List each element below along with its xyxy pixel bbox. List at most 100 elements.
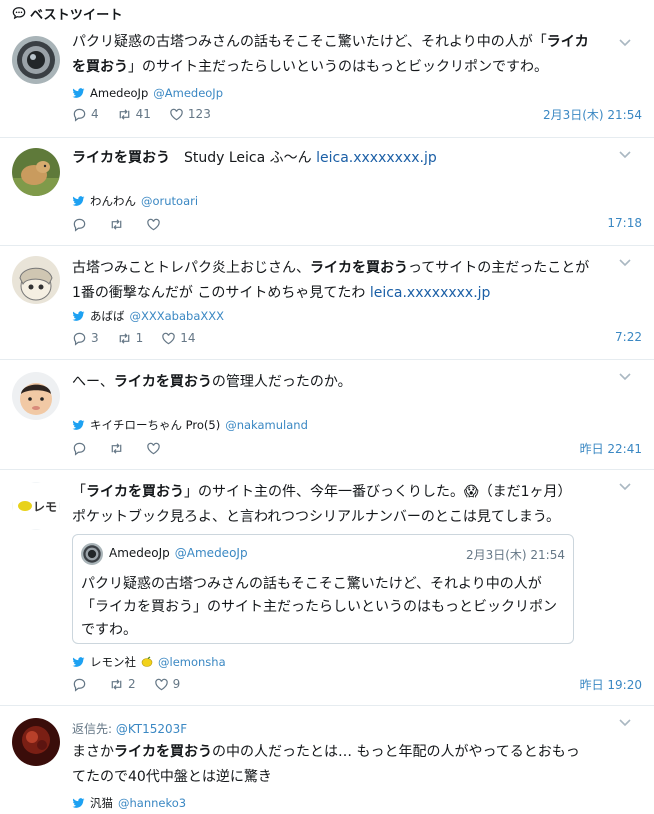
author-handle[interactable]: @nakamuland	[225, 418, 308, 432]
avatar[interactable]	[12, 148, 60, 196]
heart-icon	[147, 218, 160, 230]
retweet-count: 41	[135, 107, 151, 121]
avatar[interactable]: レモ	[12, 482, 60, 530]
text-segment: ポケットブック見ろよ、と言われつつシリアルナンバーのとこは見てしまう。	[72, 509, 561, 525]
author-name[interactable]: わんわん	[90, 193, 136, 209]
retweet-button[interactable]: 1	[117, 331, 143, 346]
quoted-author-name[interactable]: AmedeoJp	[109, 546, 170, 560]
author-handle[interactable]: @orutoari	[141, 194, 198, 208]
like-button[interactable]	[146, 441, 165, 456]
reply-button[interactable]	[72, 217, 91, 232]
reply-button[interactable]: 4	[72, 107, 99, 122]
reply-icon	[73, 332, 86, 346]
tweet-text: パクリ疑惑の古塔つみさんの話もそこそこ驚いたけど、それより中の人が「ライカ を買お…	[72, 30, 602, 80]
author-name[interactable]: キイチローちゃん Pro(5)	[90, 417, 220, 433]
reply-icon	[73, 108, 86, 122]
author-handle[interactable]: @hanneko3	[118, 796, 186, 810]
tweet-author[interactable]: キイチローちゃん Pro(5) @nakamuland	[72, 417, 308, 433]
tweet-link[interactable]: leica.xxxxxxxx.jp	[316, 150, 437, 166]
chevron-down-icon[interactable]	[618, 150, 632, 160]
quoted-avatar[interactable]	[81, 543, 103, 565]
quoted-tweet[interactable]: AmedeoJp @AmedeoJp 2月3日(木) 21:54 パクリ疑惑の古…	[72, 534, 574, 644]
text-segment: の中の人だったとは… もっと年配の人がやってるとおもっ	[212, 744, 580, 760]
author-name[interactable]: AmedeoJp	[90, 86, 148, 100]
tweet-card[interactable]: へー、ライカを買おうの管理人だったのか。 キイチローちゃん Pro(5) @na…	[0, 360, 654, 470]
tweet-timestamp[interactable]: 2月3日(木) 21:54	[543, 106, 642, 123]
avatar[interactable]	[12, 36, 60, 84]
tweet-card[interactable]: パクリ疑惑の古塔つみさんの話もそこそこ驚いたけど、それより中の人が「ライカ を買お…	[0, 26, 654, 138]
reply-button[interactable]	[72, 441, 91, 456]
quoted-author-handle[interactable]: @AmedeoJp	[175, 546, 248, 560]
quoted-author[interactable]: AmedeoJp @AmedeoJp	[109, 546, 248, 560]
text-segment: ってサイトの主だったことが	[408, 260, 590, 276]
reply-icon	[73, 218, 86, 232]
reply-to-handle[interactable]: @KT15203F	[116, 722, 187, 736]
tweet-author[interactable]: 汎猫 @hanneko3	[72, 795, 186, 811]
tweet-link[interactable]: leica.xxxxxxxx.jp	[370, 285, 491, 301]
tweet-actions: 3 1 14	[72, 330, 196, 346]
tweet-timestamp[interactable]: 17:18	[607, 216, 642, 230]
tweet-card[interactable]: 古塔つみことトレパク炎上おじさん、ライカを買おうってサイトの主だったことが 1番の…	[0, 246, 654, 360]
retweet-button[interactable]: 2	[109, 677, 136, 692]
tweet-text-line: てたので40代中盤とは逆に驚き	[72, 765, 602, 790]
retweet-button[interactable]: 41	[117, 107, 151, 122]
best-tweets-header: ベストツイート	[12, 4, 123, 23]
reply-button[interactable]	[72, 677, 91, 692]
tweet-text: まさかライカを買おうの中の人だったとは… もっと年配の人がやってるとおもってたの…	[72, 740, 602, 790]
reply-icon	[73, 678, 86, 692]
tweet-card[interactable]: ライカを買おう Study Leica ふ〜ん leica.xxxxxxxx.j…	[0, 138, 654, 246]
tweet-text-line: パクリ疑惑の古塔つみさんの話もそこそこ驚いたけど、それより中の人が「ライカ	[72, 30, 602, 55]
retweet-icon	[119, 108, 129, 120]
twitter-bird-icon	[72, 419, 85, 430]
avatar[interactable]	[12, 718, 60, 766]
like-button[interactable]	[146, 217, 165, 232]
avatar[interactable]	[12, 256, 60, 304]
avatar[interactable]	[12, 372, 60, 420]
tweet-author[interactable]: AmedeoJp @AmedeoJp	[72, 85, 223, 101]
chevron-down-icon[interactable]	[618, 482, 632, 492]
tweet-timestamp[interactable]: 昨日 19:20	[580, 676, 642, 693]
tweet-text-line: ライカを買おう Study Leica ふ〜ん leica.xxxxxxxx.j…	[72, 146, 602, 171]
tweet-text: 「ライカを買おう」のサイト主の件、今年一番びっくりした。😱（まだ1ヶ月） ポケット…	[72, 480, 602, 530]
retweet-icon	[111, 442, 122, 454]
author-handle[interactable]: @AmedeoJp	[153, 86, 223, 100]
retweet-icon	[111, 218, 122, 230]
author-name[interactable]: あばば	[90, 308, 125, 324]
text-segment: まさか	[72, 744, 114, 760]
reply-icon	[73, 442, 86, 456]
twitter-bird-icon	[72, 87, 85, 98]
twitter-bird-icon	[72, 310, 85, 321]
tweet-author[interactable]: わんわん @orutoari	[72, 193, 198, 209]
tweet-text: へー、ライカを買おうの管理人だったのか。	[72, 370, 602, 395]
like-count: 14	[180, 331, 196, 345]
retweet-button[interactable]	[109, 217, 128, 232]
tweet-text-line: 古塔つみことトレパク炎上おじさん、ライカを買おうってサイトの主だったことが	[72, 256, 602, 281]
tweet-author[interactable]: あばば @XXXababaXXX	[72, 308, 224, 324]
tweet-author[interactable]: レモン社 @lemonsha	[72, 654, 226, 670]
tweet-text-line: を買おう」のサイト主だったらしいというのはもっとビックリポンですわ。	[72, 55, 602, 80]
like-button[interactable]: 14	[161, 331, 196, 346]
tweet-card[interactable]: レモ 「ライカを買おう」のサイト主の件、今年一番びっくりした。😱（まだ1ヶ月） ポ…	[0, 470, 654, 706]
chevron-down-icon[interactable]	[618, 258, 632, 268]
like-button[interactable]: 123	[169, 107, 211, 122]
author-name[interactable]: 汎猫	[90, 795, 113, 811]
author-handle[interactable]: @XXXababaXXX	[130, 309, 225, 323]
tweet-timestamp[interactable]: 7:22	[615, 330, 642, 344]
chevron-down-icon[interactable]	[618, 372, 632, 382]
tweet-card[interactable]: 返信先: @KT15203F まさかライカを買おうの中の人だったとは… もっと年…	[0, 706, 654, 814]
tweet-timestamp[interactable]: 昨日 22:41	[580, 440, 642, 457]
author-name[interactable]: レモン社	[90, 654, 136, 670]
text-segment: 「	[72, 484, 86, 500]
reply-button[interactable]: 3	[72, 331, 99, 346]
chevron-down-icon[interactable]	[618, 718, 632, 728]
retweet-icon	[111, 678, 122, 690]
text-segment: Study Leica ふ〜ん	[170, 150, 317, 166]
chevron-down-icon[interactable]	[618, 38, 632, 48]
retweet-button[interactable]	[109, 441, 128, 456]
like-button[interactable]: 9	[154, 677, 180, 692]
author-handle[interactable]: @lemonsha	[158, 655, 226, 669]
tweet-text-line: まさかライカを買おうの中の人だったとは… もっと年配の人がやってるとおもっ	[72, 740, 602, 765]
twitter-bird-icon	[72, 195, 85, 206]
header-title: ベストツイート	[30, 7, 123, 23]
text-segment: てたので40代中盤とは逆に驚き	[72, 769, 272, 785]
